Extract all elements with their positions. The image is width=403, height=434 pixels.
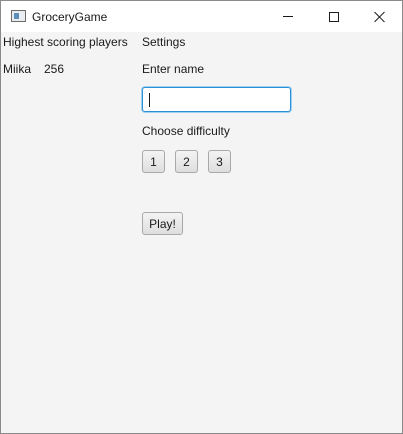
difficulty-3-button[interactable]: 3 [208, 150, 231, 173]
difficulty-1-button[interactable]: 1 [142, 150, 165, 173]
play-button[interactable]: Play! [142, 212, 183, 235]
settings-heading: Settings [142, 35, 186, 49]
maximize-button[interactable] [311, 1, 357, 32]
player-name: Miika [3, 62, 32, 76]
close-button[interactable] [357, 1, 403, 32]
minimize-icon [283, 16, 293, 17]
main-content: Highest scoring players Miika 256 Settin… [1, 32, 402, 433]
difficulty-label: Choose difficulty [142, 124, 230, 138]
title-bar[interactable]: GroceryGame [1, 1, 402, 32]
window-title: GroceryGame [32, 10, 108, 24]
app-window: GroceryGame Highest scoring players Miik… [0, 0, 403, 434]
name-input[interactable] [142, 87, 291, 112]
difficulty-2-button[interactable]: 2 [175, 150, 198, 173]
text-caret [149, 93, 150, 107]
scoreboard-heading: Highest scoring players [3, 35, 128, 49]
player-score: 256 [44, 62, 65, 76]
close-icon [374, 11, 386, 23]
maximize-icon [329, 11, 339, 22]
app-window-icon [11, 10, 26, 22]
name-label: Enter name [142, 62, 205, 76]
minimize-button[interactable] [265, 1, 311, 32]
